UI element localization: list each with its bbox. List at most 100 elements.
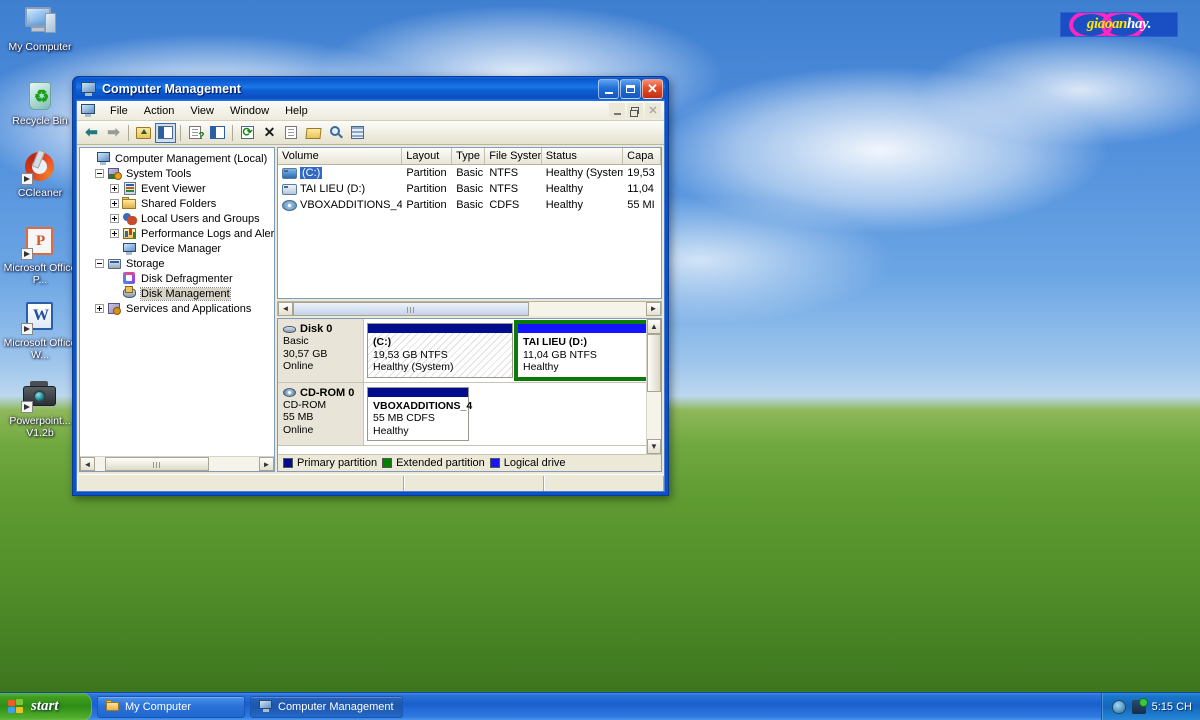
computer-management-window: Computer Management ✕ File Action View W… bbox=[72, 76, 669, 496]
scroll-right-button[interactable]: ► bbox=[259, 457, 274, 471]
scroll-thumb[interactable] bbox=[293, 301, 529, 316]
network-icon[interactable] bbox=[1131, 697, 1148, 714]
tree-expander-plus[interactable] bbox=[109, 228, 120, 239]
show-hide-console-tree-icon[interactable] bbox=[155, 122, 176, 143]
new-window-icon[interactable] bbox=[281, 123, 302, 143]
close-button[interactable]: ✕ bbox=[642, 79, 663, 99]
tree-item-system-tools[interactable]: System Tools bbox=[83, 166, 274, 181]
scroll-down-button[interactable]: ▼ bbox=[647, 439, 661, 454]
menu-item-window[interactable]: Window bbox=[222, 103, 277, 119]
window-titlebar[interactable]: Computer Management ✕ bbox=[76, 77, 665, 101]
shield-icon[interactable] bbox=[1111, 699, 1126, 714]
up-one-level-icon[interactable] bbox=[133, 123, 154, 143]
scroll-up-button[interactable]: ▲ bbox=[647, 319, 661, 334]
mdi-restore-button[interactable] bbox=[627, 103, 643, 118]
watermark-text-b: hay. bbox=[1127, 16, 1152, 32]
mdi-close-button[interactable]: ✕ bbox=[645, 103, 661, 118]
volume-list-rows: (C:) Partition Basic NTFS Healthy (Syste… bbox=[278, 165, 661, 298]
tree-item-label: Shared Folders bbox=[141, 197, 217, 210]
tree-item-storage[interactable]: Storage bbox=[83, 256, 274, 271]
scroll-trough[interactable] bbox=[95, 457, 259, 471]
tree-expander-plus[interactable] bbox=[94, 303, 105, 314]
open-icon[interactable] bbox=[303, 123, 324, 143]
tree-item-device-manager[interactable]: Device Manager bbox=[83, 241, 274, 256]
scroll-left-button[interactable]: ◄ bbox=[80, 457, 95, 471]
menu-item-action[interactable]: Action bbox=[136, 103, 183, 119]
scroll-thumb[interactable] bbox=[105, 457, 209, 471]
column-header-volume[interactable]: Volume bbox=[278, 148, 403, 164]
tree-item-disk-management[interactable]: Disk Management bbox=[83, 286, 274, 301]
graphical-disk-view: Disk 0 Basic 30,57 GB Online (C:) 19,53 … bbox=[277, 318, 662, 472]
taskbar-button-computer-management[interactable]: Computer Management bbox=[250, 695, 403, 718]
partition-g-vboxadditions[interactable]: VBOXADDITIONS_4 55 MB CDFS Healthy bbox=[367, 386, 472, 441]
mdi-child-icon bbox=[81, 103, 96, 118]
back-arrow-icon[interactable]: ⬅ bbox=[81, 123, 102, 143]
tree-expander-plus[interactable] bbox=[109, 198, 120, 209]
desktop-icon-ccleaner[interactable]: CCleaner bbox=[2, 149, 78, 200]
delete-icon[interactable]: ✕ bbox=[259, 123, 280, 143]
partition-c[interactable]: (C:) 19,53 GB NTFS Healthy (System) bbox=[367, 323, 513, 378]
volume-list-horizontal-scrollbar[interactable]: ◄ ► bbox=[277, 301, 662, 316]
menu-item-file[interactable]: File bbox=[102, 103, 136, 119]
find-icon[interactable] bbox=[325, 123, 346, 143]
clock[interactable]: 5:15 CH bbox=[1152, 701, 1192, 713]
forward-arrow-icon[interactable]: ➡ bbox=[103, 123, 124, 143]
cell-capacity: 19,53 bbox=[627, 167, 655, 179]
windows-flag-icon bbox=[8, 698, 25, 715]
desktop-icon-office-word[interactable]: Microsoft Office W... bbox=[2, 300, 78, 361]
tree-expander-plus[interactable] bbox=[109, 213, 120, 224]
tree-item-label: Services and Applications bbox=[126, 302, 252, 315]
tree-item-performance-logs-and-alerts[interactable]: Performance Logs and Alert: bbox=[83, 226, 274, 241]
tree-item-local-users-and-groups[interactable]: Local Users and Groups bbox=[83, 211, 274, 226]
scroll-right-button[interactable]: ► bbox=[646, 301, 661, 316]
table-row[interactable]: VBOXADDITIONS_4. (G:) Partition Basic CD… bbox=[278, 197, 661, 213]
minimize-button[interactable] bbox=[598, 79, 619, 99]
table-row[interactable]: TAI LIEU (D:) Partition Basic NTFS Healt… bbox=[278, 181, 661, 197]
legend-item-primary-partition: Primary partition bbox=[283, 457, 377, 469]
mdi-minimize-button[interactable] bbox=[609, 103, 625, 118]
tree-expander-plus[interactable] bbox=[109, 183, 120, 194]
column-header-capacity[interactable]: Capa bbox=[623, 148, 661, 164]
show-hide-action-pane-icon[interactable] bbox=[207, 123, 228, 143]
partition-d-tai-lieu[interactable]: TAI LIEU (D:) 11,04 GB NTFS Healthy bbox=[514, 320, 646, 381]
scroll-trough[interactable] bbox=[647, 334, 661, 439]
disk-row-cdrom-0[interactable]: CD-ROM 0 CD-ROM 55 MB Online VBOXADDITIO… bbox=[278, 382, 646, 446]
scroll-trough[interactable] bbox=[293, 301, 646, 316]
taskbar-button-my-computer[interactable]: My Computer bbox=[97, 695, 245, 718]
properties-icon[interactable]: ? bbox=[185, 123, 206, 143]
watermark-logo: giaoanhay. bbox=[1060, 12, 1178, 37]
menu-item-help[interactable]: Help bbox=[277, 103, 316, 119]
column-header-status[interactable]: Status bbox=[542, 148, 624, 164]
scroll-left-button[interactable]: ◄ bbox=[278, 301, 293, 316]
menu-item-view[interactable]: View bbox=[182, 103, 222, 119]
disk-row-disk-0[interactable]: Disk 0 Basic 30,57 GB Online (C:) 19,53 … bbox=[278, 319, 646, 383]
start-button[interactable]: start bbox=[0, 692, 92, 720]
tree-item-computer-management-local[interactable]: Computer Management (Local) bbox=[83, 151, 274, 166]
column-header-file-system[interactable]: File System bbox=[485, 148, 542, 164]
desktop-icon-powerpoint-v12b[interactable]: Powerpoint... V1.2b bbox=[2, 378, 78, 439]
desktop-icon-recycle-bin[interactable]: ♻ Recycle Bin bbox=[2, 78, 78, 128]
volume-list-header: Volume Layout Type File System Status Ca… bbox=[278, 148, 661, 165]
partition-legend: Primary partition Extended partition Log… bbox=[278, 454, 661, 471]
maximize-button[interactable] bbox=[620, 79, 641, 99]
scroll-thumb[interactable] bbox=[647, 334, 661, 392]
tree-item-services-and-applications[interactable]: Services and Applications bbox=[83, 301, 274, 316]
graphical-view-vertical-scrollbar[interactable]: ▲ ▼ bbox=[646, 319, 661, 454]
tree-expander-minus[interactable] bbox=[94, 168, 105, 179]
tree-item-disk-defragmenter[interactable]: Disk Defragmenter bbox=[83, 271, 274, 286]
tree-item-event-viewer[interactable]: Event Viewer bbox=[83, 181, 274, 196]
shortcut-overlay-icon bbox=[21, 323, 33, 335]
table-row[interactable]: (C:) Partition Basic NTFS Healthy (Syste… bbox=[278, 165, 661, 181]
cell-status: Healthy bbox=[545, 183, 583, 195]
desktop-icon-label: CCleaner bbox=[17, 187, 63, 199]
column-header-type[interactable]: Type bbox=[452, 148, 486, 164]
tree-item-shared-folders[interactable]: Shared Folders bbox=[83, 196, 274, 211]
column-header-layout[interactable]: Layout bbox=[402, 148, 453, 164]
tree-expander-minus[interactable] bbox=[94, 258, 105, 269]
refresh-icon[interactable] bbox=[237, 123, 258, 143]
desktop-icon-my-computer[interactable]: My Computer bbox=[2, 4, 78, 54]
desktop-icon-office-powerpoint[interactable]: Microsoft Office P... bbox=[2, 225, 78, 286]
shortcut-overlay-icon bbox=[21, 248, 33, 260]
rescan-disks-icon[interactable] bbox=[347, 123, 368, 143]
tree-horizontal-scrollbar[interactable]: ◄ ► bbox=[80, 456, 274, 471]
